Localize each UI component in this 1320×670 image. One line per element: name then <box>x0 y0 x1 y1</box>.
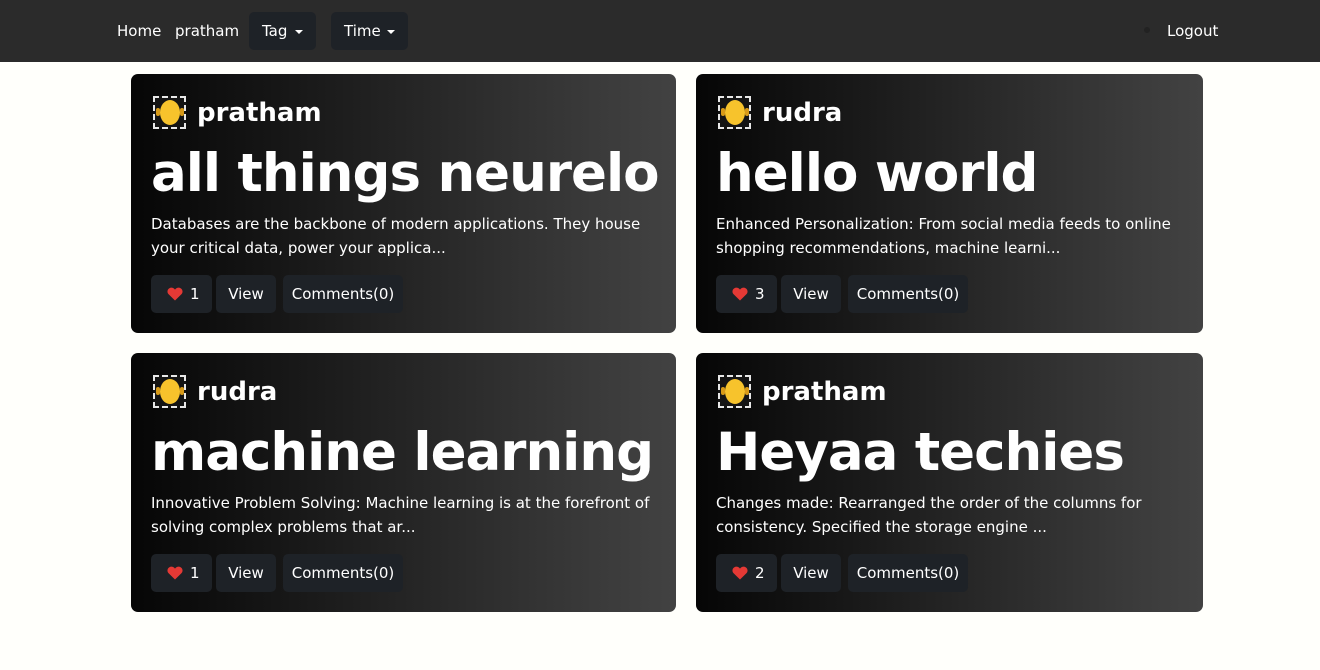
post-title: machine learning <box>151 422 654 483</box>
navbar: Home pratham Tag Time Logout <box>0 0 1320 62</box>
like-count: 1 <box>190 285 200 303</box>
like-count: 2 <box>755 564 765 582</box>
caret-down-icon <box>295 30 303 34</box>
post-excerpt: Databases are the backbone of modern app… <box>151 215 641 257</box>
like-button[interactable]: 1 <box>151 275 212 313</box>
comments-button[interactable]: Comments(0) <box>283 554 403 592</box>
like-button[interactable]: 2 <box>716 554 777 592</box>
post-author: pratham <box>762 377 887 407</box>
view-button[interactable]: View <box>781 554 841 592</box>
post-title: Heyaa techies <box>716 422 1125 483</box>
logout-link[interactable]: Logout <box>1167 21 1218 41</box>
heart-icon <box>732 287 748 301</box>
like-button[interactable]: 3 <box>716 275 777 313</box>
comments-button[interactable]: Comments(0) <box>848 275 968 313</box>
post-author: pratham <box>197 98 322 128</box>
time-dropdown[interactable]: Time <box>331 12 408 50</box>
post-title: all things neurelo <box>151 143 660 204</box>
post-card: pratham Heyaa techies Changes made: Rear… <box>696 353 1203 612</box>
avatar-icon <box>718 375 751 408</box>
post-card: rudra hello world Enhanced Personalizati… <box>696 74 1203 333</box>
tag-dropdown-label: Tag <box>262 22 288 40</box>
view-button[interactable]: View <box>216 275 276 313</box>
avatar-icon <box>153 375 186 408</box>
post-title: hello world <box>716 143 1038 204</box>
avatar-icon <box>718 96 751 129</box>
nav-user-link[interactable]: pratham <box>175 21 239 41</box>
post-card: rudra machine learning Innovative Proble… <box>131 353 676 612</box>
nav-home-link[interactable]: Home <box>117 21 161 41</box>
post-card: pratham all things neurelo Databases are… <box>131 74 676 333</box>
time-dropdown-label: Time <box>344 22 381 40</box>
caret-down-icon <box>387 30 395 34</box>
view-button[interactable]: View <box>781 275 841 313</box>
tag-dropdown[interactable]: Tag <box>249 12 316 50</box>
like-count: 1 <box>190 564 200 582</box>
post-author: rudra <box>197 377 278 407</box>
like-count: 3 <box>755 285 765 303</box>
heart-icon <box>167 566 183 580</box>
post-excerpt: Changes made: Rearranged the order of th… <box>716 494 1142 536</box>
heart-icon <box>732 566 748 580</box>
post-author: rudra <box>762 98 843 128</box>
comments-button[interactable]: Comments(0) <box>283 275 403 313</box>
comments-button[interactable]: Comments(0) <box>848 554 968 592</box>
view-button[interactable]: View <box>216 554 276 592</box>
post-excerpt: Innovative Problem Solving: Machine lear… <box>151 494 650 536</box>
avatar-icon <box>153 96 186 129</box>
like-button[interactable]: 1 <box>151 554 212 592</box>
post-excerpt: Enhanced Personalization: From social me… <box>716 215 1171 257</box>
heart-icon <box>167 287 183 301</box>
status-dot <box>1144 27 1150 33</box>
